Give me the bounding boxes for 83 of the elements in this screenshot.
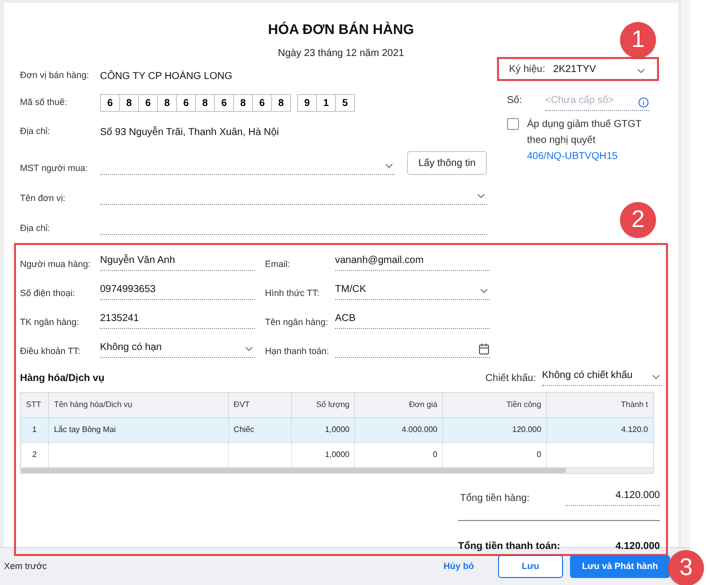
- info-icon: [638, 97, 649, 108]
- tax-code-digit: 8: [157, 94, 177, 112]
- tax-code-digit: 9: [297, 94, 317, 112]
- save-publish-button[interactable]: Lưu và Phát hành: [570, 555, 670, 578]
- table-cell: Lắc tay Bông Mai: [54, 424, 116, 436]
- column-header: Thành t: [620, 399, 649, 411]
- seller-address: Số 93 Nguyễn Trãi, Thanh Xuân, Hà Nội: [100, 125, 279, 140]
- field-label: Địa chỉ:: [20, 125, 52, 138]
- table-cell: 4.000.000: [402, 424, 438, 436]
- tax-code-digit: 6: [138, 94, 158, 112]
- table-cell: 120.000: [512, 424, 542, 436]
- tax-code-digit: 8: [195, 94, 215, 112]
- table-cell: 4.120.0: [621, 424, 648, 436]
- seller-name: CÔNG TY CP HOÀNG LONG: [100, 69, 232, 84]
- field-label: MST người mua:: [20, 162, 89, 175]
- text-field[interactable]: vananh@gmail.com: [335, 253, 490, 271]
- save-button[interactable]: Lưu: [498, 555, 563, 578]
- discount-select[interactable]: Không có chiết khấu: [542, 370, 662, 386]
- symbol-value: 2K21TYV: [553, 63, 597, 77]
- total-label: Tổng tiền thanh toán:: [458, 540, 560, 554]
- discount-label: Chiết khấu:: [485, 372, 536, 386]
- select-field[interactable]: TM/CK: [335, 282, 490, 300]
- section-title: Hàng hóa/Dịch vụ: [20, 372, 104, 386]
- select-field[interactable]: Không có hạn: [100, 340, 255, 358]
- lookup-button[interactable]: Lấy thông tin: [407, 151, 487, 175]
- resolution-link[interactable]: 406/NQ-UBTVQH15: [527, 151, 618, 162]
- text-field[interactable]: 0974993653: [100, 282, 255, 300]
- tax-code-digit: 6: [214, 94, 234, 112]
- total-value: 4.120.000: [616, 540, 660, 554]
- preview-button[interactable]: Xem trước: [4, 560, 47, 574]
- column-header: ĐVT: [228, 393, 292, 417]
- invoice-title: HÓA ĐƠN BÁN HÀNG: [268, 20, 414, 39]
- field-label: Email:: [265, 258, 292, 270]
- table-cell: 1,0000: [325, 424, 350, 436]
- column-header: Đơn giá: [355, 393, 444, 417]
- symbol-label: Ký hiệu:: [509, 63, 546, 77]
- tax-code-digit: 8: [119, 94, 139, 112]
- table-cell: 1,0000: [325, 449, 350, 461]
- tax-code-digit: 5: [335, 94, 355, 112]
- tax-code-digit: 8: [233, 94, 253, 112]
- table-cell: 0: [536, 449, 542, 461]
- tax-code-digit: 6: [100, 94, 120, 112]
- symbol-select[interactable]: Ký hiệu: 2K21TYV: [497, 57, 659, 81]
- column-header: Tên hàng hóa/Dịch vụ: [48, 393, 229, 417]
- column-header: Số lượng: [292, 393, 356, 417]
- column-header: Tiền công: [443, 393, 548, 417]
- table-cell: 0: [432, 449, 438, 461]
- number-field[interactable]: <Chưa cấp số>: [545, 93, 649, 111]
- tax-code-digit: 6: [252, 94, 272, 112]
- scrollbar-thumb[interactable]: [21, 468, 566, 473]
- tax-code-digit: 8: [271, 94, 291, 112]
- field-label: Địa chỉ:: [20, 222, 52, 234]
- field-label: Hạn thanh toán:: [265, 344, 330, 358]
- invoice-date: Ngày 23 tháng 12 năm 2021: [278, 47, 404, 61]
- table-cell: 2: [32, 449, 37, 461]
- field-label: Đơn vị bán hàng:: [20, 69, 90, 82]
- text-field[interactable]: ACB: [335, 311, 490, 329]
- step-marker: 3: [668, 550, 704, 585]
- cancel-link[interactable]: Hủy bỏ: [444, 560, 474, 574]
- table-cell: Chiếc: [234, 424, 254, 436]
- total-label: Tổng tiền hàng:: [460, 492, 530, 506]
- checkbox[interactable]: [507, 118, 519, 130]
- column-header: STT: [21, 393, 49, 417]
- table-cell: 1: [32, 424, 37, 436]
- total-value: 4.120.000: [565, 488, 660, 506]
- field-label: Điều khoản TT:: [20, 344, 82, 358]
- table-row[interactable]: 2 1,0000 0 0: [21, 443, 653, 468]
- field-label: Mã số thuế:: [20, 96, 68, 110]
- tax-code-digit: 6: [176, 94, 196, 112]
- tax-reduction-text: Áp dụng giảm thuế GTGT theo nghị quyết 406/NQ-UBTVQH15: [527, 117, 642, 164]
- text-field[interactable]: Nguyễn Văn Anh: [100, 253, 255, 271]
- field-label: TK ngân hàng:: [20, 316, 80, 329]
- field-label: Hình thức TT:: [265, 286, 320, 300]
- tax-code-digit: 1: [316, 94, 336, 112]
- table-row[interactable]: 1 Lắc tay Bông Mai Chiếc 1,0000 4.000.000 120.000 4.120.0: [21, 418, 653, 443]
- number-input[interactable]: <Chưa cấp số>: [545, 93, 625, 108]
- field-label: Tên đơn vị:: [20, 192, 66, 204]
- field-label: Người mua hàng:: [20, 258, 92, 271]
- number-label: Số:: [507, 94, 524, 108]
- field-label: Số điện thoại:: [20, 286, 76, 300]
- text-field[interactable]: 2135241: [100, 311, 255, 329]
- calendar-icon: [478, 343, 490, 355]
- field-label: Tên ngân hàng:: [265, 316, 330, 329]
